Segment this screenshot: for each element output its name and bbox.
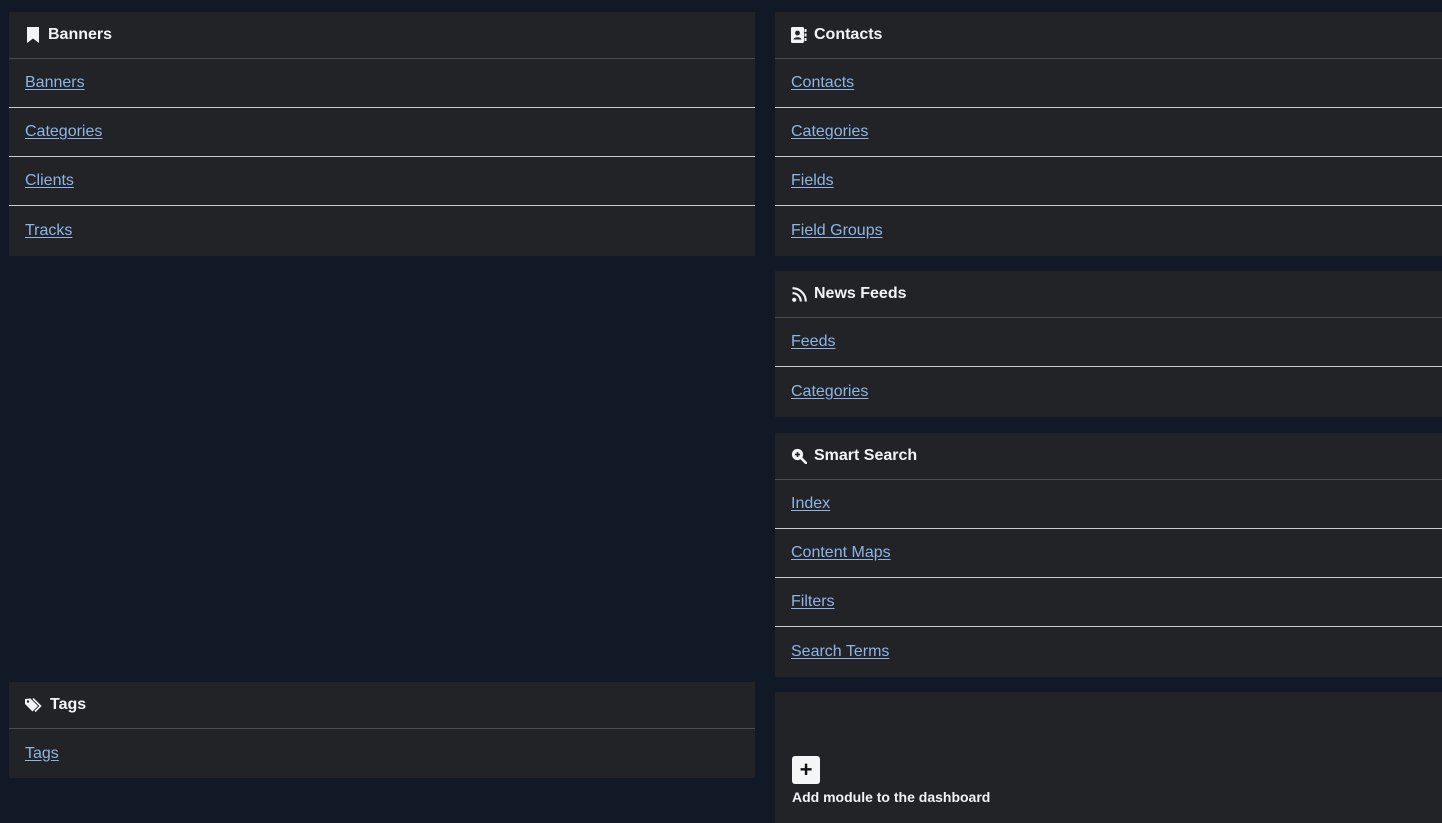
list-item: Content Maps — [775, 529, 1442, 578]
list-item: Categories — [9, 108, 755, 157]
filters-link[interactable]: Filters — [791, 593, 835, 611]
search-plus-icon — [791, 448, 807, 464]
tags-icon — [25, 697, 43, 713]
banners-link[interactable]: Banners — [25, 74, 85, 92]
contacts-card-header: Contacts — [775, 12, 1442, 59]
bookmark-icon — [25, 27, 41, 43]
newsfeeds-card: News Feeds Feeds Categories — [775, 271, 1442, 417]
smartsearch-card-header: Smart Search — [775, 433, 1442, 480]
fields-link[interactable]: Fields — [791, 172, 834, 190]
add-module-label: Add module to the dashboard — [792, 789, 991, 805]
add-module-card: + Add module to the dashboard — [775, 692, 1442, 823]
list-item: Categories — [775, 108, 1442, 157]
index-link[interactable]: Index — [791, 495, 830, 513]
tags-card-title: Tags — [50, 696, 87, 713]
banners-card: Banners Banners Categories Clients Track… — [9, 12, 755, 256]
banners-card-title: Banners — [48, 26, 113, 43]
list-item: Fields — [775, 157, 1442, 206]
contacts-card-title: Contacts — [814, 26, 883, 43]
list-item: Banners — [9, 59, 755, 108]
content-maps-link[interactable]: Content Maps — [791, 544, 891, 562]
newsfeeds-categories-link[interactable]: Categories — [791, 383, 868, 401]
contacts-link[interactable]: Contacts — [791, 74, 854, 92]
tags-card: Tags Tags — [9, 682, 755, 778]
list-item: Categories — [775, 367, 1442, 416]
smartsearch-card: Smart Search Index Content Maps Filters … — [775, 433, 1442, 677]
list-item: Search Terms — [775, 627, 1442, 676]
smartsearch-card-title: Smart Search — [814, 447, 918, 464]
tags-link[interactable]: Tags — [25, 745, 59, 763]
feeds-link[interactable]: Feeds — [791, 333, 835, 351]
contacts-card: Contacts Contacts Categories Fields Fiel… — [775, 12, 1442, 256]
list-item: Tags — [9, 729, 755, 778]
banners-card-header: Banners — [9, 12, 755, 59]
tracks-link[interactable]: Tracks — [25, 222, 72, 240]
list-item: Feeds — [775, 318, 1442, 367]
add-module-button[interactable]: + — [792, 756, 820, 784]
field-groups-link[interactable]: Field Groups — [791, 222, 883, 240]
contacts-categories-link[interactable]: Categories — [791, 123, 868, 141]
list-item: Tracks — [9, 206, 755, 255]
list-item: Contacts — [775, 59, 1442, 108]
list-item: Filters — [775, 578, 1442, 627]
search-terms-link[interactable]: Search Terms — [791, 643, 889, 661]
list-item: Index — [775, 480, 1442, 529]
tags-card-header: Tags — [9, 682, 755, 729]
list-item: Field Groups — [775, 206, 1442, 255]
banners-categories-link[interactable]: Categories — [25, 123, 102, 141]
clients-link[interactable]: Clients — [25, 172, 74, 190]
plus-icon: + — [799, 757, 813, 782]
list-item: Clients — [9, 157, 755, 206]
rss-icon — [791, 286, 807, 302]
newsfeeds-card-header: News Feeds — [775, 271, 1442, 318]
newsfeeds-card-title: News Feeds — [814, 285, 907, 302]
address-book-icon — [791, 27, 807, 43]
